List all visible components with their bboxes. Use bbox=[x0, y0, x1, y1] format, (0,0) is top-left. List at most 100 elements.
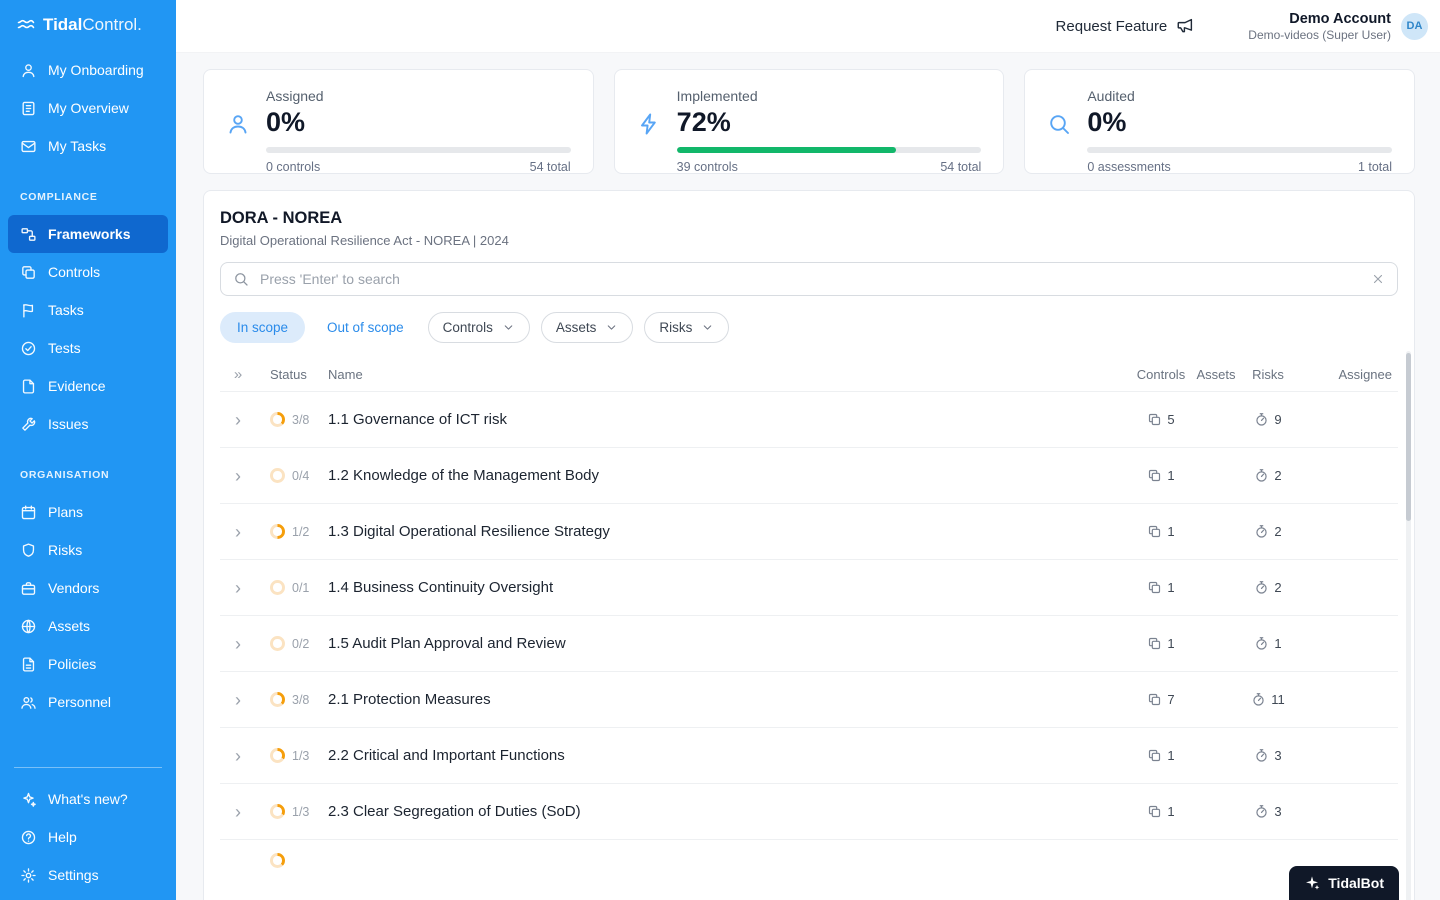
chevron-right-icon[interactable] bbox=[235, 635, 241, 653]
board-icon bbox=[20, 100, 37, 117]
table-row[interactable]: 3/8 2.1 Protection Measures 7 11 bbox=[220, 671, 1398, 727]
sidebar-item-assets[interactable]: Assets bbox=[0, 607, 176, 645]
controls-copy-icon bbox=[1147, 804, 1162, 819]
account-info[interactable]: Demo Account Demo-videos (Super User) bbox=[1248, 11, 1391, 42]
framework-title: DORA - NOREA bbox=[220, 209, 1398, 228]
sidebar-item-my-tasks[interactable]: My Tasks bbox=[0, 127, 176, 165]
sidebar-item-my-overview[interactable]: My Overview bbox=[0, 89, 176, 127]
stat-title: Assigned bbox=[266, 88, 571, 104]
col-header-assignee: Assignee bbox=[1338, 367, 1398, 382]
file-icon bbox=[20, 378, 37, 395]
file-text-icon bbox=[20, 656, 37, 673]
requirement-name: 2.2 Critical and Important Functions bbox=[328, 747, 1132, 764]
table-row[interactable]: 0/1 1.4 Business Continuity Oversight 1 … bbox=[220, 559, 1398, 615]
filter-dropdown-assets[interactable]: Assets bbox=[541, 312, 634, 343]
sidebar-item-help[interactable]: Help bbox=[0, 818, 176, 856]
sidebar-item-label: Assets bbox=[48, 618, 90, 634]
expand-all-icon[interactable] bbox=[234, 367, 242, 382]
table-row[interactable]: 1/3 2.3 Clear Segregation of Duties (SoD… bbox=[220, 783, 1398, 839]
sidebar-item-settings[interactable]: Settings bbox=[0, 856, 176, 894]
table-row[interactable]: 0/4 1.2 Knowledge of the Management Body… bbox=[220, 447, 1398, 503]
controls-count: 1 bbox=[1167, 636, 1174, 651]
calendar-icon bbox=[20, 504, 37, 521]
risk-gauge-icon bbox=[1254, 580, 1269, 595]
risk-gauge-icon bbox=[1254, 748, 1269, 763]
bolt-icon bbox=[637, 112, 661, 136]
users-icon bbox=[20, 694, 37, 711]
col-header-assets: Assets bbox=[1190, 367, 1242, 382]
sidebar-item-plans[interactable]: Plans bbox=[0, 493, 176, 531]
stat-value: 0% bbox=[1087, 107, 1392, 138]
app-logo[interactable]: TidalControl. bbox=[0, 0, 176, 47]
chevron-right-icon[interactable] bbox=[235, 803, 241, 821]
status-fraction: 3/8 bbox=[292, 413, 309, 427]
sidebar-footer-nav: What's new? Help Settings bbox=[0, 780, 176, 900]
controls-count: 1 bbox=[1167, 748, 1174, 763]
status-donut bbox=[270, 412, 285, 427]
status-donut bbox=[270, 524, 285, 539]
avatar[interactable]: DA bbox=[1401, 13, 1428, 40]
chevron-right-icon[interactable] bbox=[235, 691, 241, 709]
table-row[interactable] bbox=[220, 839, 1398, 885]
sidebar-item-frameworks[interactable]: Frameworks bbox=[8, 215, 168, 253]
status-fraction: 0/1 bbox=[292, 581, 309, 595]
chevron-right-icon[interactable] bbox=[235, 747, 241, 765]
table-row[interactable]: 1/3 2.2 Critical and Important Functions… bbox=[220, 727, 1398, 783]
sidebar-item-label: Issues bbox=[48, 416, 88, 432]
chevron-right-icon[interactable] bbox=[235, 467, 241, 485]
table-row[interactable]: 1/2 1.3 Digital Operational Resilience S… bbox=[220, 503, 1398, 559]
risks-count: 3 bbox=[1274, 748, 1281, 763]
section-label-compliance: COMPLIANCE bbox=[20, 191, 176, 203]
chevron-right-icon[interactable] bbox=[235, 523, 241, 541]
clear-search-icon[interactable] bbox=[1371, 272, 1385, 286]
framework-card: DORA - NOREA Digital Operational Resilie… bbox=[203, 190, 1415, 900]
sidebar-item-tests[interactable]: Tests bbox=[0, 329, 176, 367]
filter-dropdown-risks[interactable]: Risks bbox=[644, 312, 729, 343]
sidebar-item-issues[interactable]: Issues bbox=[0, 405, 176, 443]
sidebar-item-tasks[interactable]: Tasks bbox=[0, 291, 176, 329]
sidebar-item-label: My Tasks bbox=[48, 138, 106, 154]
sidebar-item-label: Personnel bbox=[48, 694, 111, 710]
mail-icon bbox=[20, 138, 37, 155]
chevron-right-icon[interactable] bbox=[235, 411, 241, 429]
status-fraction: 3/8 bbox=[292, 693, 309, 707]
chevron-down-icon bbox=[502, 321, 515, 334]
status-fraction: 1/3 bbox=[292, 805, 309, 819]
sidebar-item-policies[interactable]: Policies bbox=[0, 645, 176, 683]
tidalbot-button[interactable]: TidalBot bbox=[1289, 866, 1399, 900]
filter-dropdown-controls[interactable]: Controls bbox=[428, 312, 530, 343]
globe-icon bbox=[20, 618, 37, 635]
badge-check-icon bbox=[20, 340, 37, 357]
status-fraction: 0/2 bbox=[292, 637, 309, 651]
filter-out-of-scope[interactable]: Out of scope bbox=[315, 312, 416, 343]
stat-card: Implemented 72% 39 controls 54 total bbox=[614, 69, 1005, 174]
sidebar-item-controls[interactable]: Controls bbox=[0, 253, 176, 291]
sidebar-item-my-onboarding[interactable]: My Onboarding bbox=[0, 51, 176, 89]
sidebar-item-label: What's new? bbox=[48, 791, 128, 807]
sidebar: TidalControl. My Onboarding My Overview … bbox=[0, 0, 176, 900]
sparkle-icon bbox=[20, 791, 37, 808]
brand-text-secondary: Control. bbox=[82, 15, 142, 34]
chevron-right-icon[interactable] bbox=[235, 579, 241, 597]
tidalbot-label: TidalBot bbox=[1328, 875, 1384, 891]
table-row[interactable]: 0/2 1.5 Audit Plan Approval and Review 1… bbox=[220, 615, 1398, 671]
table-scrollbar-thumb[interactable] bbox=[1406, 353, 1411, 521]
col-header-name: Name bbox=[328, 367, 1132, 382]
filter-in-scope[interactable]: In scope bbox=[220, 312, 305, 343]
request-feature-button[interactable]: Request Feature bbox=[1056, 17, 1195, 35]
status-fraction: 0/4 bbox=[292, 469, 309, 483]
controls-copy-icon bbox=[1147, 692, 1162, 707]
table-row[interactable]: 3/8 1.1 Governance of ICT risk 5 9 bbox=[220, 391, 1398, 447]
search-input[interactable] bbox=[258, 270, 1362, 288]
user-icon bbox=[20, 62, 37, 79]
sidebar-item-personnel[interactable]: Personnel bbox=[0, 683, 176, 721]
sidebar-item-evidence[interactable]: Evidence bbox=[0, 367, 176, 405]
stat-card: Assigned 0% 0 controls 54 total bbox=[203, 69, 594, 174]
stat-title: Implemented bbox=[677, 88, 982, 104]
sidebar-item-label: Risks bbox=[48, 542, 82, 558]
sidebar-item-what-s-new[interactable]: What's new? bbox=[0, 780, 176, 818]
sidebar-item-risks[interactable]: Risks bbox=[0, 531, 176, 569]
risk-gauge-icon bbox=[1254, 412, 1269, 427]
table-header: Status Name Controls Assets Risks Assign… bbox=[220, 357, 1398, 391]
sidebar-item-vendors[interactable]: Vendors bbox=[0, 569, 176, 607]
